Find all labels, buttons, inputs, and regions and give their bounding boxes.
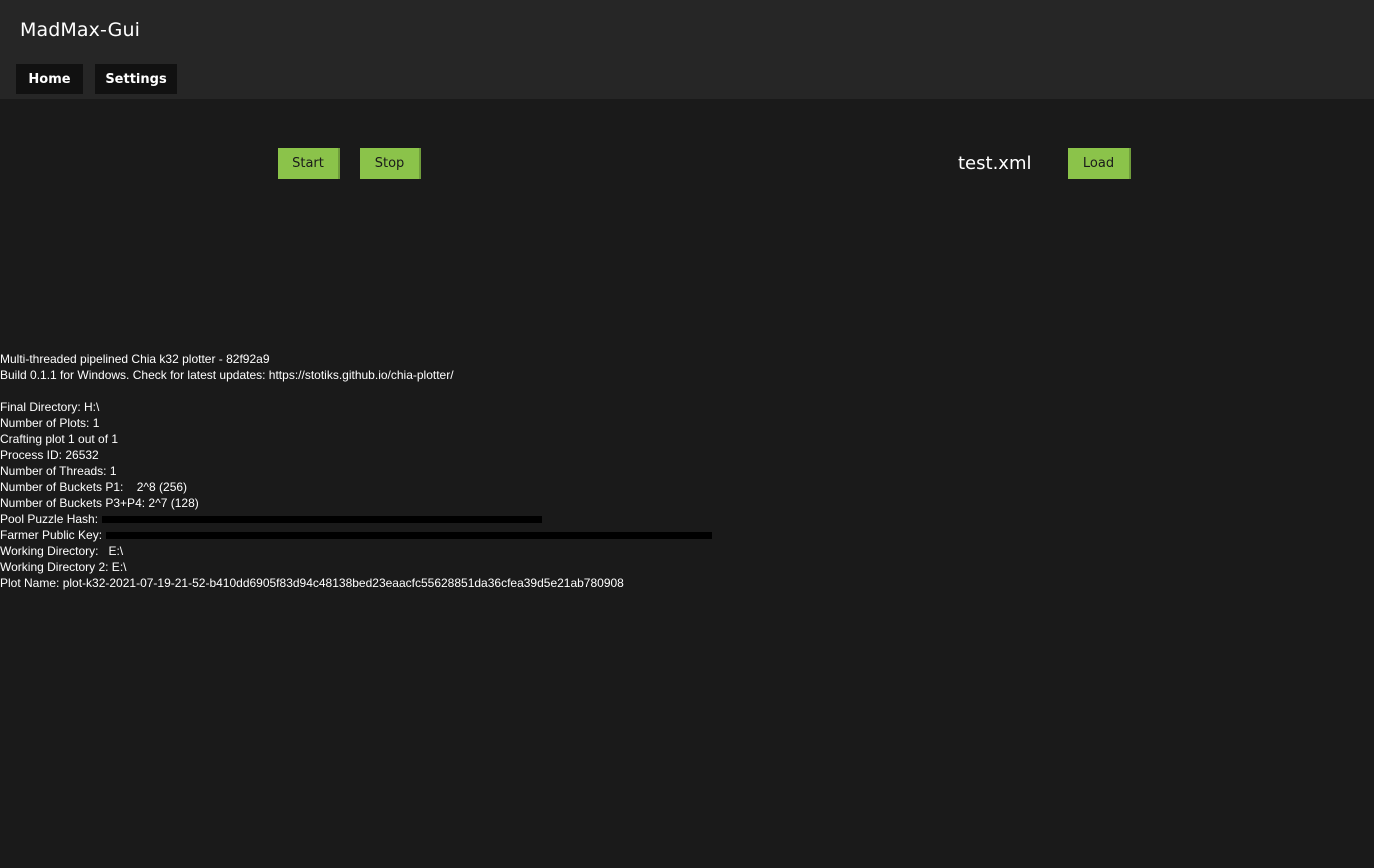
log-line: Number of Buckets P1: 2^8 (256) [0,480,188,494]
app-title: MadMax-Gui [20,19,140,41]
redacted-farmer-public-key [106,532,713,540]
log-line: Number of Buckets P3+P4: 2^7 (128) [0,496,199,510]
log-line: Build 0.1.1 for Windows. Check for lates… [0,368,454,382]
log-line: Working Directory: E:\ [0,544,124,558]
nav-home-button[interactable]: Home [16,64,83,94]
app-header: MadMax-Gui Home Settings [0,0,1374,99]
log-line: Multi-threaded pipelined Chia k32 plotte… [0,352,270,366]
start-button[interactable]: Start [278,148,340,179]
log-line: Number of Threads: 1 [0,464,117,478]
log-line-label: Pool Puzzle Hash: [0,512,99,526]
log-line-label: Farmer Public Key: [0,528,103,542]
log-line: Plot Name: plot-k32-2021-07-19-21-52-b41… [0,576,624,590]
log-line: Process ID: 26532 [0,448,99,462]
stop-button[interactable]: Stop [360,148,421,179]
log-line: Working Directory 2: E:\ [0,560,127,574]
log-line-farmer-public-key: Farmer Public Key: [0,527,1000,543]
redacted-pool-puzzle-hash [102,516,543,524]
log-line: Final Directory: H:\ [0,400,100,414]
log-line: Crafting plot 1 out of 1 [0,432,119,446]
nav-settings-button[interactable]: Settings [95,64,177,94]
log-line-pool-puzzle-hash: Pool Puzzle Hash: [0,511,1000,527]
plotter-log-output: Multi-threaded pipelined Chia k32 plotte… [0,351,1000,591]
config-file-name: test.xml [958,153,1032,174]
load-button[interactable]: Load [1068,148,1131,179]
log-line: Number of Plots: 1 [0,416,100,430]
